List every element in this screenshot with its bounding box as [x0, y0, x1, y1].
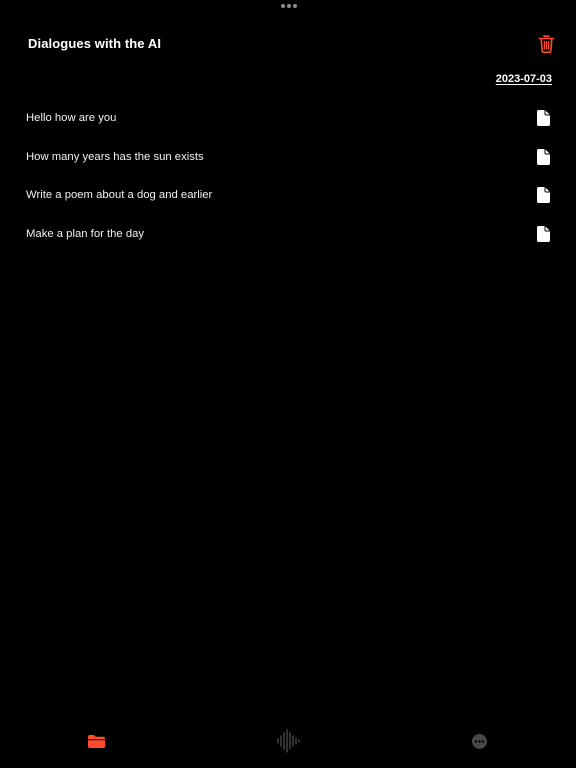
dialogue-item[interactable]: Hello how are you [0, 99, 576, 138]
dialogue-title: How many years has the sun exists [26, 150, 204, 163]
dialogue-title: Write a poem about a dog and earlier [26, 189, 213, 202]
dialogue-title: Make a plan for the day [26, 227, 145, 240]
tab-voice[interactable] [268, 729, 308, 753]
window-grabber-ellipsis-icon[interactable] [281, 3, 297, 8]
dialogue-item[interactable]: Make a plan for the day [0, 215, 576, 254]
date-section-header[interactable]: 2023-07-03 [496, 73, 552, 86]
trash-icon [538, 35, 555, 54]
more-circle-icon [471, 733, 487, 749]
document-icon[interactable] [537, 187, 550, 204]
dot [281, 3, 285, 8]
delete-button[interactable] [538, 35, 555, 54]
dialogue-title: Hello how are you [26, 112, 117, 124]
document-icon[interactable] [537, 110, 550, 126]
document-icon[interactable] [537, 225, 550, 242]
dialogue-item[interactable]: Write a poem about a dog and earlier [0, 176, 576, 215]
dot [293, 3, 297, 8]
document-icon[interactable] [537, 148, 550, 165]
dot [287, 3, 291, 8]
tab-more[interactable] [459, 729, 499, 753]
dialogue-item[interactable]: How many years has the sun exists [0, 138, 576, 177]
tab-dialogues[interactable] [76, 729, 116, 753]
waveform-icon [276, 729, 300, 753]
dialogue-list: Hello how are you How many years has the… [0, 99, 576, 253]
tab-bar [0, 718, 576, 768]
folder-icon [87, 735, 105, 748]
page-title: Dialogues with the AI [28, 36, 162, 51]
